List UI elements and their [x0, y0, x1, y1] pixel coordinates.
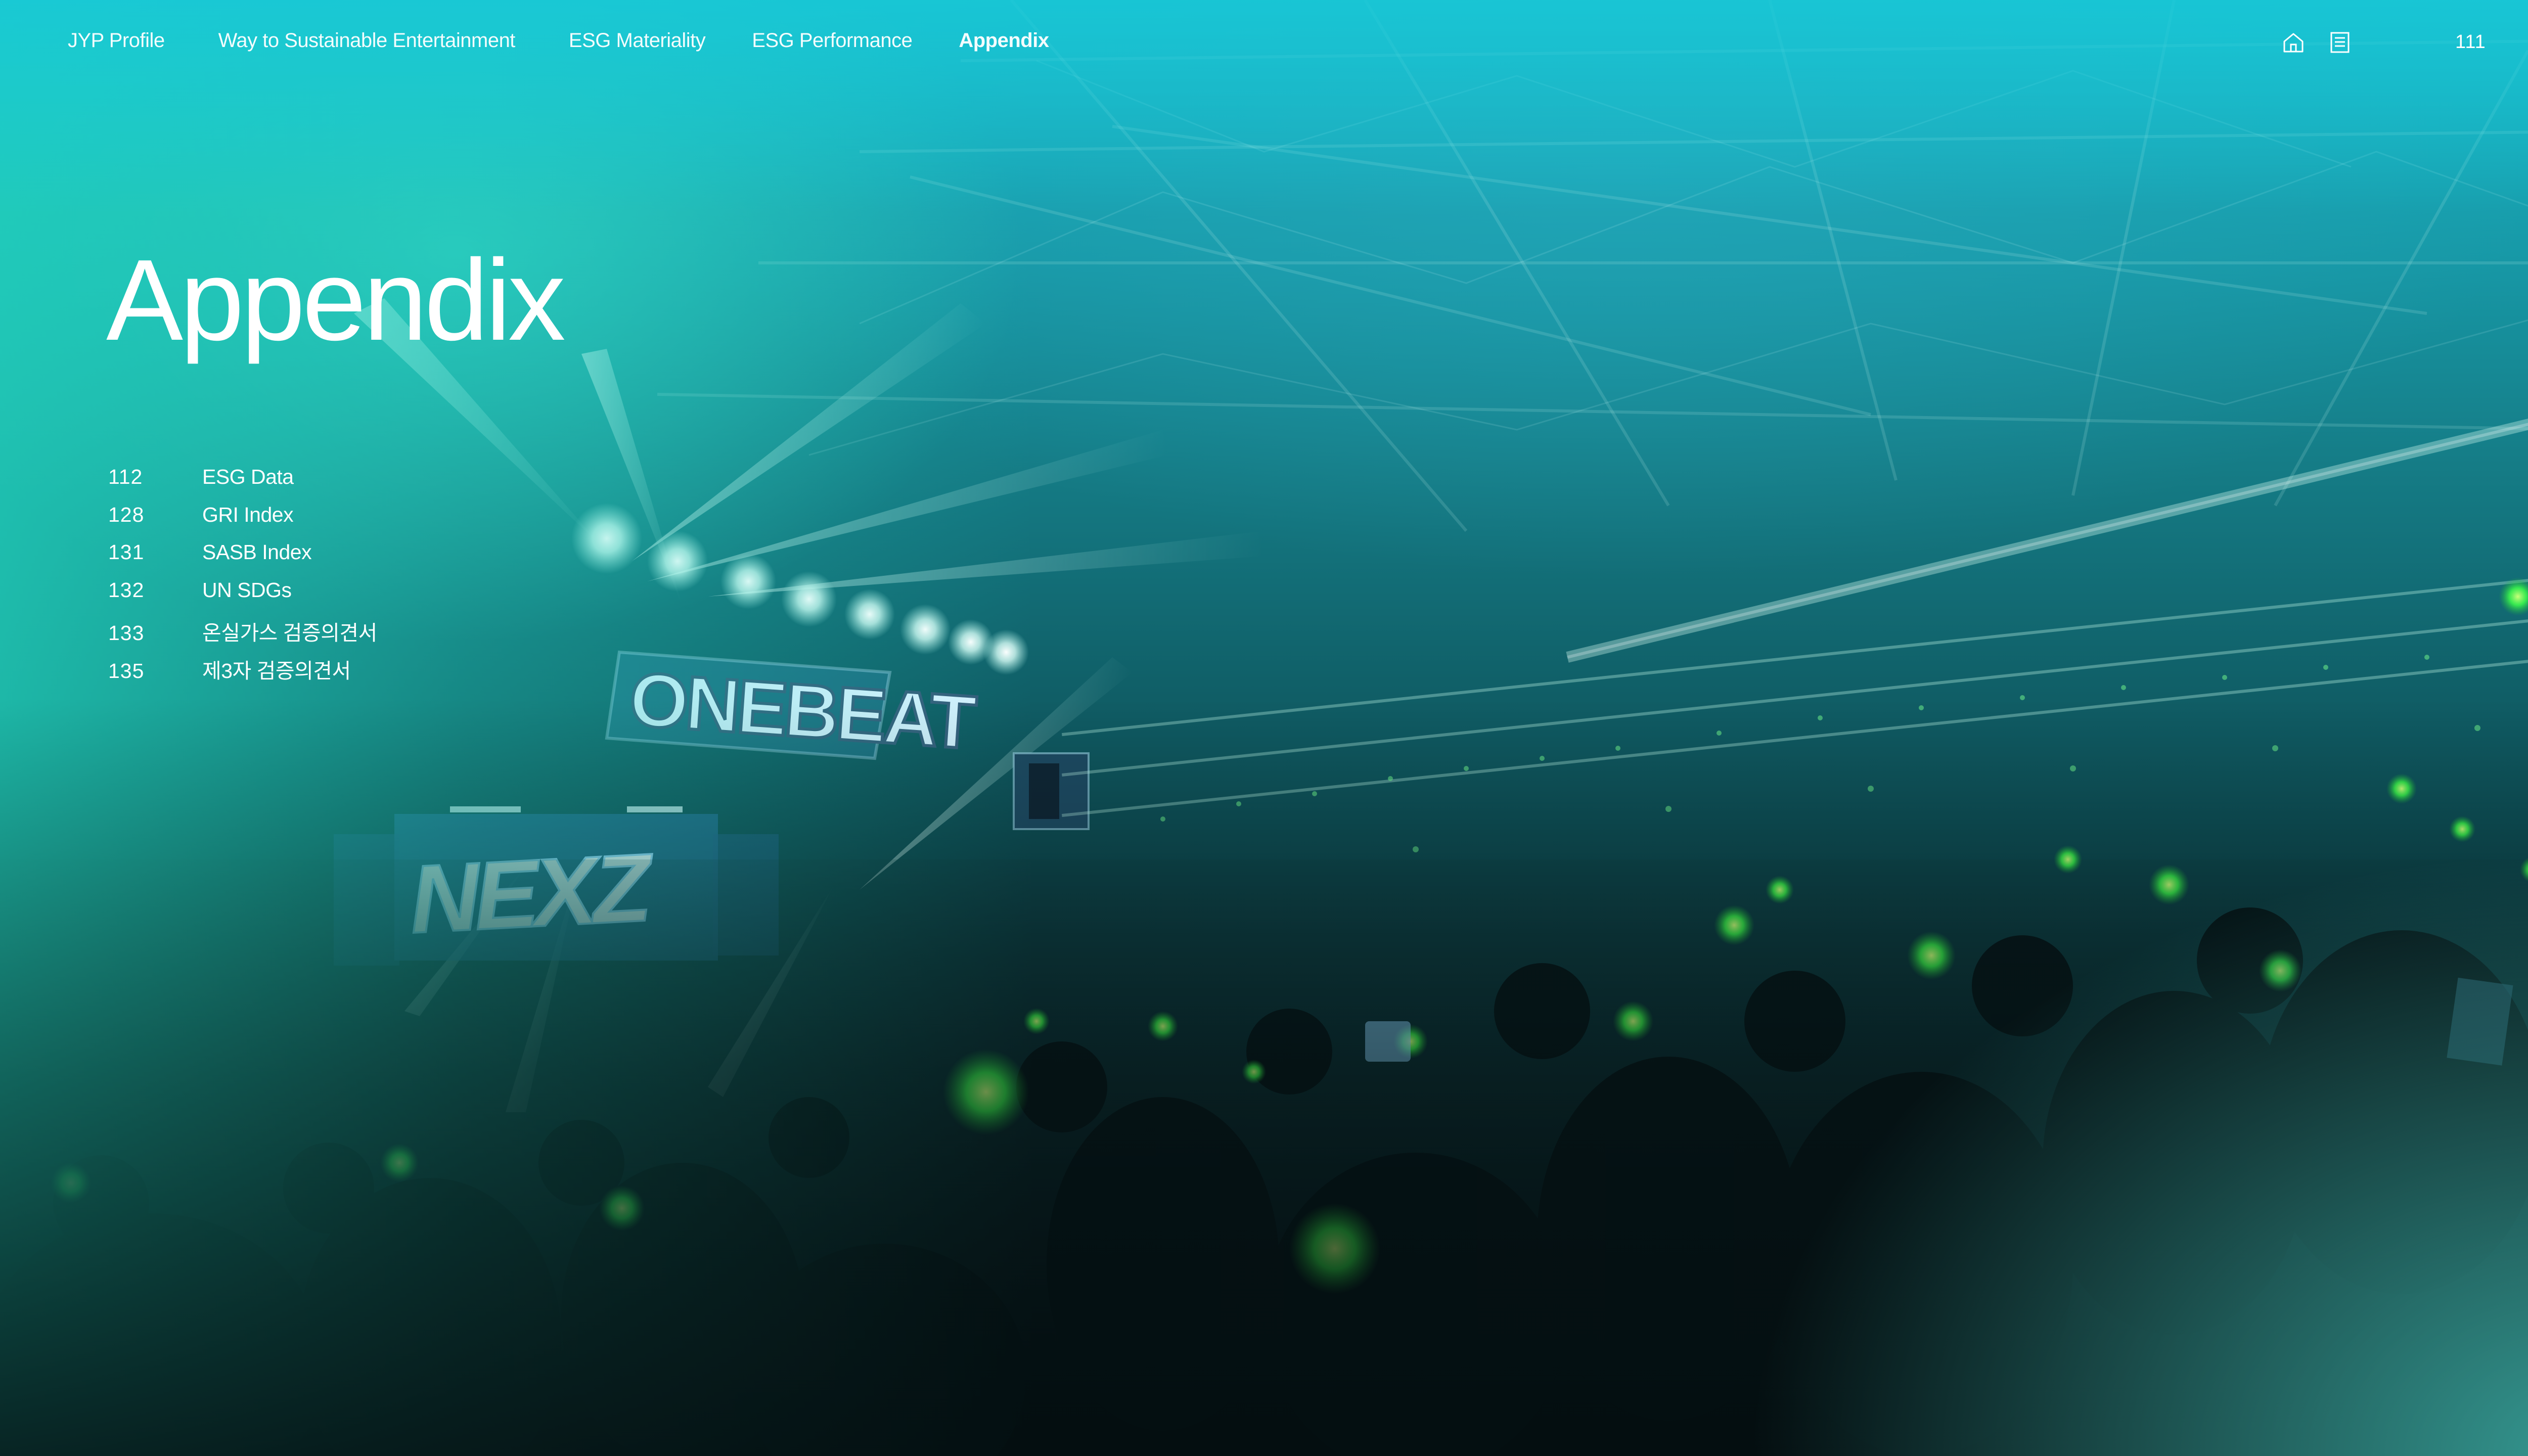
toc-label: 제3자 검증의견서 [202, 659, 351, 682]
nav-item-esg-materiality[interactable]: ESG Materiality [569, 29, 706, 52]
toc-item-esg-data[interactable]: 112 ESG Data [108, 465, 377, 503]
toc-item-gri-index[interactable]: 128 GRI Index [108, 503, 377, 541]
toc-label: 온실가스 검증의견서 [202, 621, 377, 645]
toc-label: ESG Data [202, 465, 294, 488]
toc-page-number: 132 [108, 578, 145, 602]
top-navigation: JYP Profile Way to Sustainable Entertain… [68, 29, 1103, 52]
appendix-contents-list: 112 ESG Data 128 GRI Index 131 SASB Inde… [108, 465, 377, 691]
toc-label: UN SDGs [202, 578, 292, 602]
toc-item-sasb-index[interactable]: 131 SASB Index [108, 540, 377, 578]
home-icon[interactable] [2280, 29, 2307, 56]
page-title: Appendix [106, 236, 566, 365]
page-number: 111 [2455, 31, 2486, 53]
toc-page-number: 131 [108, 540, 145, 564]
nav-item-esg-performance[interactable]: ESG Performance [752, 29, 913, 52]
toc-page-number: 135 [108, 659, 145, 682]
toc-item-third-party-assurance[interactable]: 135 제3자 검증의견서 [108, 654, 377, 692]
nav-item-jyp-profile[interactable]: JYP Profile [68, 29, 165, 52]
toc-page-number: 133 [108, 621, 145, 645]
bottom-right-glow [1679, 799, 2528, 1456]
toc-page-number: 112 [108, 465, 143, 488]
toc-label: SASB Index [202, 540, 312, 564]
toc-page-number: 128 [108, 503, 145, 526]
nav-item-appendix[interactable]: Appendix [959, 29, 1049, 52]
top-icon-group [2280, 29, 2353, 56]
toc-item-ghg-verification[interactable]: 133 온실가스 검증의견서 [108, 616, 377, 654]
toc-item-un-sdgs[interactable]: 132 UN SDGs [108, 578, 377, 616]
nav-item-way-to-sustainable-entertainment[interactable]: Way to Sustainable Entertainment [218, 29, 516, 52]
appendix-page: ONEBEAT NEXZ [0, 0, 2528, 1456]
document-list-icon[interactable] [2327, 29, 2353, 56]
toc-label: GRI Index [202, 503, 294, 526]
